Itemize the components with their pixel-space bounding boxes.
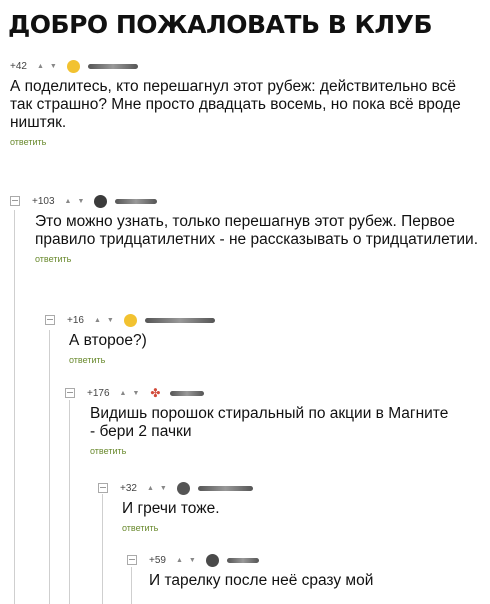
reply-link[interactable]: ответить xyxy=(90,446,480,456)
username-blurred[interactable] xyxy=(197,485,253,491)
upvote-icon[interactable]: ▲ xyxy=(176,557,183,564)
username-blurred[interactable] xyxy=(115,198,158,204)
page-title: ДОБРО ПОЖАЛОВАТЬ В КЛУБ xyxy=(8,10,433,39)
upvote-icon[interactable]: ▲ xyxy=(65,198,72,205)
comment-rating: +42 xyxy=(10,60,27,72)
user-avatar-icon[interactable] xyxy=(94,194,108,208)
downvote-icon[interactable]: ▼ xyxy=(132,390,139,397)
collapse-icon[interactable] xyxy=(45,315,55,325)
comment-text: Видишь порошок стиральный по акции в Маг… xyxy=(90,405,449,440)
tree-avatar-icon[interactable]: ✤ xyxy=(149,387,162,400)
downvote-icon[interactable]: ▼ xyxy=(189,557,196,564)
comment-meta: +103 ▲ ▼ xyxy=(10,193,482,209)
comment-meta: +59 ▲ ▼ xyxy=(127,552,482,568)
upvote-icon[interactable]: ▲ xyxy=(37,63,44,70)
user-avatar-icon[interactable] xyxy=(205,553,219,567)
comment-rating: +59 xyxy=(149,554,166,566)
username-blurred[interactable] xyxy=(87,63,138,69)
upvote-icon[interactable]: ▲ xyxy=(94,317,101,324)
downvote-icon[interactable]: ▼ xyxy=(77,198,84,205)
username-blurred[interactable] xyxy=(226,557,259,563)
comment-meta: +42 ▲ ▼ xyxy=(10,58,480,74)
reply-link[interactable]: ответить xyxy=(35,254,482,264)
collapse-icon[interactable] xyxy=(10,196,20,206)
user-avatar-icon[interactable] xyxy=(176,481,190,495)
collapse-icon[interactable] xyxy=(127,555,137,565)
downvote-icon[interactable]: ▼ xyxy=(160,485,167,492)
comment-meta: +32 ▲ ▼ xyxy=(98,480,478,496)
smiley-avatar-icon[interactable] xyxy=(66,59,80,73)
comment-rating: +16 xyxy=(67,314,84,326)
comment-text: Это можно узнать, только перешагнув этот… xyxy=(35,213,478,248)
thread-line[interactable] xyxy=(14,210,15,604)
username-blurred[interactable] xyxy=(144,317,215,323)
comment-meta: +16 ▲ ▼ xyxy=(45,312,475,328)
comment-text: А поделитесь, кто перешагнул этот рубеж:… xyxy=(10,78,461,131)
comment-text: И тарелку после неё сразу мой xyxy=(149,572,374,589)
downvote-icon[interactable]: ▼ xyxy=(50,63,57,70)
comment-rating: +32 xyxy=(120,482,137,494)
comment: +59 ▲ ▼ И тарелку после неё сразу мой xyxy=(127,552,482,590)
collapse-icon[interactable] xyxy=(65,388,75,398)
comment-text: А второе?) xyxy=(69,332,147,349)
comment-text: И гречи тоже. xyxy=(122,500,220,517)
comment: +42 ▲ ▼ А поделитесь, кто перешагнул это… xyxy=(10,58,480,147)
thread-line[interactable] xyxy=(49,330,50,604)
collapse-icon[interactable] xyxy=(98,483,108,493)
reply-link[interactable]: ответить xyxy=(10,137,480,147)
smiley-avatar-icon[interactable] xyxy=(123,313,137,327)
comment: +32 ▲ ▼ И гречи тоже. ответить xyxy=(98,480,478,533)
reply-link[interactable]: ответить xyxy=(122,523,478,533)
username-blurred[interactable] xyxy=(170,390,205,396)
comment: +176 ▲ ▼ ✤ Видишь порошок стиральный по … xyxy=(65,385,480,456)
downvote-icon[interactable]: ▼ xyxy=(107,317,114,324)
upvote-icon[interactable]: ▲ xyxy=(147,485,154,492)
comment: +103 ▲ ▼ Это можно узнать, только переша… xyxy=(10,193,482,264)
comment-rating: +103 xyxy=(32,195,55,207)
comment-meta: +176 ▲ ▼ ✤ xyxy=(65,385,480,401)
reply-link[interactable]: ответить xyxy=(69,355,475,365)
upvote-icon[interactable]: ▲ xyxy=(120,390,127,397)
comment: +16 ▲ ▼ А второе?) ответить xyxy=(45,312,475,365)
comment-rating: +176 xyxy=(87,387,110,399)
